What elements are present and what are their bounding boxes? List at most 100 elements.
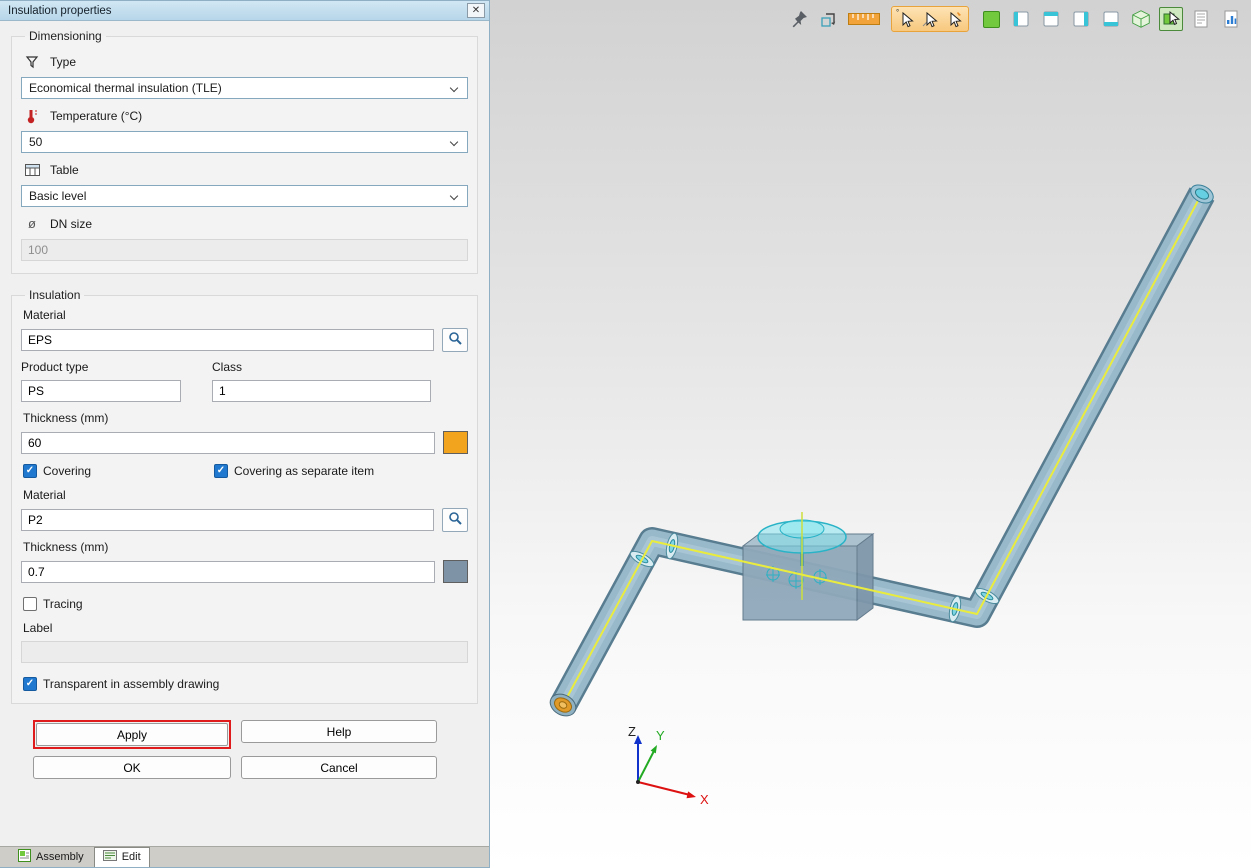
table-icon [24, 164, 40, 176]
tracing-label: Tracing [43, 597, 83, 611]
tracing-checkbox[interactable]: ✓ Tracing [23, 597, 83, 611]
covering-thickness-label: Thickness (mm) [23, 540, 466, 554]
pipe-model: Z Y X [490, 0, 1251, 868]
apply-button[interactable]: Apply [36, 723, 228, 746]
view-plane-front-icon[interactable] [1009, 7, 1033, 31]
diameter-icon: ø [24, 216, 40, 231]
apply-highlight-box: Apply [33, 720, 231, 749]
dn-size-input [21, 239, 468, 261]
cancel-button[interactable]: Cancel [241, 756, 437, 779]
product-type-input[interactable] [21, 380, 181, 402]
model-viewport[interactable]: ° [490, 0, 1251, 868]
report-icon[interactable] [1189, 7, 1213, 31]
checkbox-icon: ✓ [23, 464, 37, 478]
label-input [21, 641, 468, 663]
material-label: Material [23, 308, 466, 322]
axis-x-label: X [700, 792, 709, 807]
material-input[interactable] [21, 329, 434, 351]
covering-color-swatch[interactable] [443, 560, 468, 583]
pipe-centerline [565, 197, 1200, 701]
insulation-legend: Insulation [25, 288, 84, 302]
smart-select-icon[interactable]: ° [894, 7, 918, 31]
pipe-outline [563, 194, 1202, 705]
checkbox-icon: ✓ [23, 597, 37, 611]
axis-y-label: Y [656, 728, 665, 743]
class-input[interactable] [212, 380, 431, 402]
snap-point-icon: ° [896, 8, 899, 17]
view-plane-top-icon[interactable] [1039, 7, 1063, 31]
chevron-down-icon [450, 138, 458, 146]
covering-material-label: Material [23, 488, 466, 502]
table-select[interactable]: Basic level [21, 185, 468, 207]
filter-type-icon [24, 55, 40, 69]
chevron-down-icon [450, 84, 458, 92]
view-plane-back-icon[interactable] [1099, 7, 1123, 31]
axis-z-label: Z [628, 724, 636, 739]
coordinate-axes: Z Y X [628, 724, 709, 807]
insulation-color-swatch[interactable] [443, 431, 468, 454]
close-button[interactable]: ✕ [467, 3, 485, 18]
temperature-label: Temperature (°C) [50, 109, 142, 123]
transparent-checkbox[interactable]: ✓ Transparent in assembly drawing [23, 677, 219, 691]
class-label: Class [212, 360, 431, 374]
type-label: Type [50, 55, 76, 69]
covering-checkbox[interactable]: ✓ Covering [23, 464, 214, 478]
close-icon: ✕ [472, 5, 480, 16]
pan-rotate-icon[interactable] [817, 7, 841, 31]
measure-icon[interactable] [847, 7, 881, 31]
dialog-body: Dimensioning Type Economical thermal ins… [0, 21, 489, 846]
dimensioning-legend: Dimensioning [25, 29, 106, 43]
material-search-button[interactable] [442, 328, 468, 352]
insulation-properties-dialog: Insulation properties ✕ Dimensioning Typ… [0, 0, 490, 868]
table-select-value: Basic level [29, 189, 86, 203]
dn-size-label: DN size [50, 217, 92, 231]
temperature-select[interactable]: 50 [21, 131, 468, 153]
product-type-label: Product type [21, 360, 181, 374]
covering-label: Covering [43, 464, 91, 478]
selection-mode-group: ° [891, 6, 969, 32]
covering-separate-checkbox[interactable]: ✓ Covering as separate item [214, 464, 374, 478]
dialog-buttons: Apply Help OK Cancel [11, 718, 478, 779]
table-label: Table [50, 163, 79, 177]
select-cursor-icon[interactable] [918, 7, 942, 31]
application-window: Insulation properties ✕ Dimensioning Typ… [0, 0, 1251, 868]
pipe-sheen [563, 194, 1202, 705]
view-toolbar: ° [787, 6, 1243, 32]
checkbox-icon: ✓ [23, 677, 37, 691]
covering-material-search-button[interactable] [442, 508, 468, 532]
organizer-icon[interactable] [1219, 7, 1243, 31]
dialog-titlebar[interactable]: Insulation properties ✕ [0, 1, 489, 21]
checkbox-icon: ✓ [214, 464, 228, 478]
covering-thickness-input[interactable] [21, 561, 435, 583]
bottom-tabbar: Assembly Edit [0, 846, 489, 867]
pipe-body [563, 194, 1202, 705]
transparent-label: Transparent in assembly drawing [43, 677, 219, 691]
dialog-title: Insulation properties [8, 5, 467, 17]
type-select-value: Economical thermal insulation (TLE) [29, 81, 222, 95]
type-select[interactable]: Economical thermal insulation (TLE) [21, 77, 468, 99]
drag-edit-icon[interactable] [942, 7, 966, 31]
temperature-select-value: 50 [29, 135, 42, 149]
search-icon [448, 331, 463, 349]
tab-assembly-label: Assembly [36, 851, 84, 863]
covering-material-input[interactable] [21, 509, 434, 531]
tab-edit-label: Edit [122, 851, 141, 863]
label-label: Label [23, 621, 466, 635]
temperature-icon [24, 108, 40, 124]
help-button[interactable]: Help [241, 720, 437, 743]
edit-icon [103, 850, 117, 864]
assembly-icon [18, 849, 31, 865]
ok-button[interactable]: OK [33, 756, 231, 779]
covering-separate-label: Covering as separate item [234, 464, 374, 478]
pin-icon[interactable] [787, 7, 811, 31]
tab-assembly[interactable]: Assembly [10, 848, 92, 867]
insulation-group: Insulation Material Product type Class [11, 288, 478, 704]
green-view-icon [983, 11, 1000, 28]
view-plane-side-icon[interactable] [1069, 7, 1093, 31]
tab-edit[interactable]: Edit [94, 847, 150, 867]
create-view-icon[interactable] [979, 7, 1003, 31]
view-3d-box-icon[interactable] [1129, 7, 1153, 31]
dimensioning-group: Dimensioning Type Economical thermal ins… [11, 29, 478, 274]
thickness-input[interactable] [21, 432, 435, 454]
select-assembly-icon[interactable] [1159, 7, 1183, 31]
